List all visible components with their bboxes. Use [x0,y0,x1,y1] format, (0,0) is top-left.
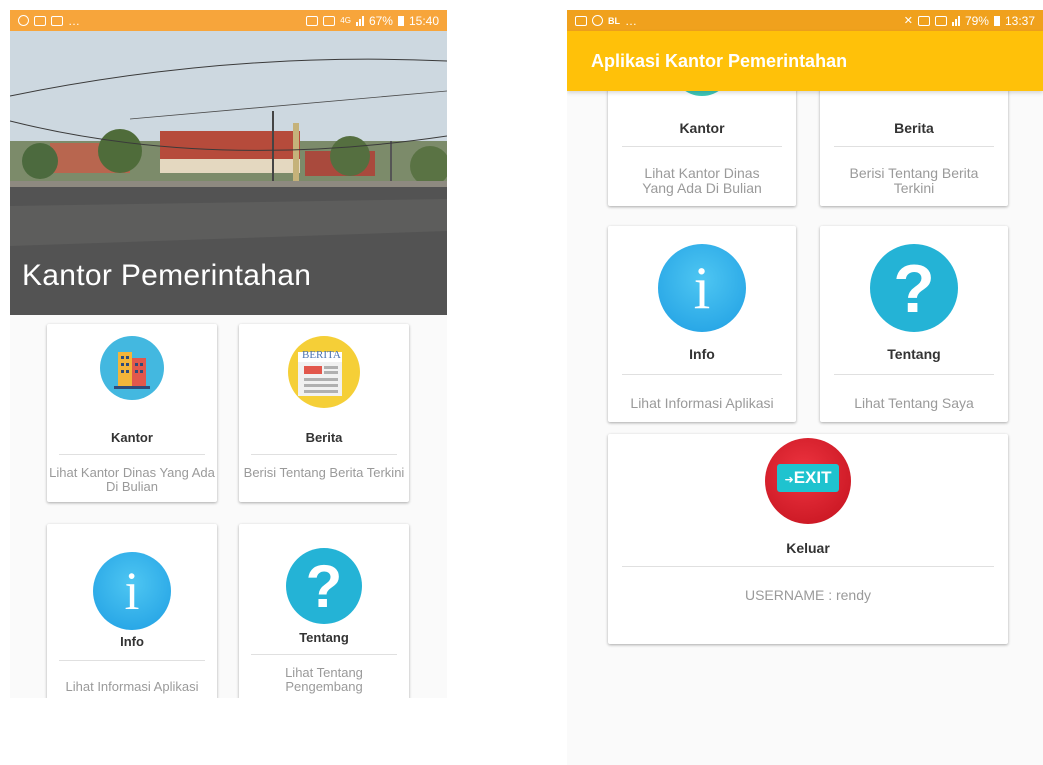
phone-screen-home: … 4G 67% 15:40 Kantor Pemerintahan Kanto… [10,10,447,698]
message-icon [51,15,63,26]
gallery-icon [575,15,587,26]
hero-image: Kantor Pemerintahan [10,31,447,315]
battery-icon [397,15,404,26]
card-divider [622,374,782,375]
card-description: Lihat Informasi Aplikasi [630,395,774,411]
phone-screen-menu: BL … ✕ 79% 13:37 Aplikasi Kantor Pemerin… [567,10,1043,765]
newspaper-icon: BERITA [288,336,360,408]
network-type: BL [608,15,620,26]
card-label: Tentang [887,346,941,362]
hero-title: Kantor Pemerintahan [22,259,312,292]
card-label: Keluar [786,540,830,556]
menu-card-tentang[interactable]: ? Tentang Lihat Tentang Pengembang [239,524,409,698]
notification-icon [592,15,603,26]
alarm-icon [306,15,319,26]
card-description: Lihat Kantor Dinas Yang Ada Di Bulian [642,165,762,197]
card-divider [622,566,994,567]
card-divider [834,374,994,375]
clock: 15:40 [408,13,439,28]
instagram-icon [18,15,29,26]
question-glyph: ? [893,251,935,327]
vibrate-icon [323,15,336,26]
newspaper-logo-text: BERITA [302,349,341,361]
menu-card-keluar[interactable]: ➜EXIT Keluar USERNAME : rendy [608,434,1008,644]
clock: 13:37 [1004,13,1035,28]
signal-icon [355,15,364,26]
network-type: 4G [340,16,351,25]
card-divider [59,454,205,455]
exit-sign-text: EXIT [793,468,832,487]
more-notifications-icon: … [68,13,80,28]
office-building-icon [100,336,164,400]
card-label: Berita [894,120,934,136]
card-label: Tentang [299,630,349,645]
card-divider [59,660,205,661]
menu-card-tentang[interactable]: ? Tentang Lihat Tentang Saya [820,226,1008,422]
card-label: Kantor [111,430,153,445]
info-icon: i [93,552,171,630]
card-description: Lihat Tentang Pengembang [285,665,363,695]
info-icon: i [658,244,746,332]
menu-card-kantor[interactable]: Kantor Lihat Kantor Dinas Yang Ada Di Bu… [47,324,217,502]
question-glyph: ? [305,553,343,620]
card-description: Lihat Informasi Aplikasi [65,679,199,694]
battery-percent: 67% [368,13,393,28]
menu-card-info[interactable]: i Info Lihat Informasi Aplikasi [608,226,796,422]
battery-percent: 79% [964,13,989,28]
status-bar: … 4G 67% 15:40 [10,10,447,31]
question-icon: ? [870,244,958,332]
exit-arrow-icon: ➜ [784,474,794,486]
mute-icon: ✕ [903,15,913,27]
question-icon: ? [286,548,362,624]
sim-icon [934,15,947,26]
signal-icon [951,15,960,26]
menu-card-berita[interactable]: BERITA Berita Berisi Tentang Berita Terk… [239,324,409,502]
exit-sign: ➜EXIT [777,464,839,492]
card-label: Kantor [679,120,725,136]
card-divider [251,454,397,455]
status-bar: BL … ✕ 79% 13:37 [567,10,1043,31]
battery-icon [993,15,1000,26]
card-description: Berisi Tentang Berita Terkini [849,165,979,197]
app-bar-title: Aplikasi Kantor Pemerintahan [591,50,848,71]
card-divider [834,146,994,147]
exit-icon: ➜EXIT [765,438,851,524]
card-divider [251,654,397,655]
youtube-icon [34,15,46,26]
card-label: Berita [305,430,343,445]
menu-card-info[interactable]: i Info Lihat Informasi Aplikasi [47,524,217,698]
card-label: Info [120,634,144,649]
info-glyph: i [124,561,140,621]
info-glyph: i [693,255,711,321]
app-bar: Aplikasi Kantor Pemerintahan [567,31,1043,91]
card-description: Berisi Tentang Berita Terkini [243,465,405,480]
alarm-icon [917,15,930,26]
card-description: Lihat Tentang Saya [854,395,974,411]
more-notifications-icon: … [625,13,637,28]
card-divider [622,146,782,147]
card-description: Lihat Kantor Dinas Yang Ada Di Bulian [49,465,215,495]
username-label: USERNAME : rendy [744,587,872,603]
card-label: Info [689,346,715,362]
